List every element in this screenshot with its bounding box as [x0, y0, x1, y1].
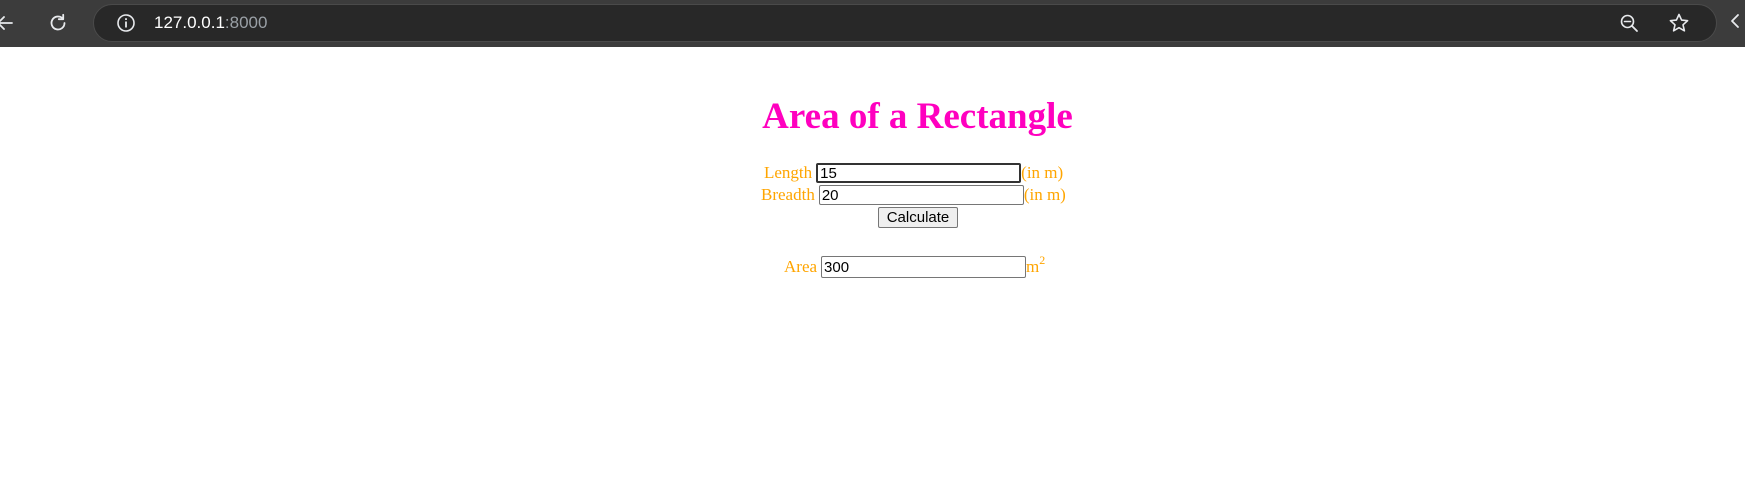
address-bar[interactable]: 127.0.0.1:8000 [93, 4, 1717, 42]
length-row: Length (in m) [764, 162, 1063, 184]
area-output[interactable] [821, 256, 1027, 278]
extension-button[interactable] [1730, 8, 1745, 38]
url-text[interactable]: 127.0.0.1:8000 [154, 5, 267, 41]
page-title: Area of a Rectangle [762, 96, 1073, 137]
browser-toolbar: 127.0.0.1:8000 [0, 0, 1745, 47]
star-icon[interactable] [1668, 12, 1690, 34]
arrow-left-icon [0, 13, 15, 33]
url-port: :8000 [224, 13, 268, 32]
area-unit-base: m [1026, 257, 1040, 276]
length-unit: (in m) [1021, 163, 1064, 182]
url-host: 127.0.0.1 [154, 13, 225, 32]
info-icon[interactable] [116, 13, 136, 33]
reload-icon [47, 12, 69, 34]
area-row: Area m2 [784, 254, 1045, 279]
calculate-button[interactable]: Calculate [878, 207, 958, 228]
length-input[interactable] [816, 163, 1022, 183]
zoom-out-icon[interactable] [1618, 12, 1640, 34]
length-label: Length [764, 163, 813, 182]
breadth-label: Breadth [761, 185, 815, 204]
back-button[interactable] [0, 8, 20, 38]
arrow-icon [1730, 11, 1745, 36]
breadth-row: Breadth (in m) [761, 184, 1066, 206]
area-unit: m2 [1026, 254, 1045, 277]
breadth-input[interactable] [818, 185, 1024, 205]
area-unit-exponent: 2 [1039, 253, 1046, 267]
reload-button[interactable] [43, 8, 73, 38]
area-label: Area [784, 257, 818, 276]
page-content: Area of a Rectangle Length (in m) Breadt… [0, 47, 1745, 477]
breadth-unit: (in m) [1023, 185, 1066, 204]
